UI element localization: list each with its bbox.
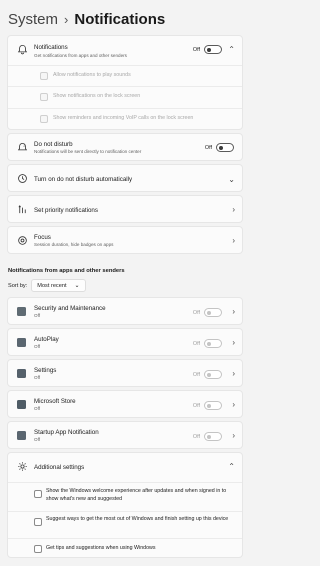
sort-label: Sort by: xyxy=(8,282,28,289)
app-toggle[interactable] xyxy=(204,401,222,410)
bell-snooze-icon: z xyxy=(17,142,28,153)
dnd-card: z Do not disturb Notifications will be s… xyxy=(7,133,243,161)
chevron-right-icon[interactable]: › xyxy=(232,206,235,214)
notifications-state-label: Off xyxy=(192,46,200,53)
security-maintenance-icon xyxy=(17,307,26,316)
app-status: Off xyxy=(34,406,41,411)
welcome-experience-label: Show the Windows welcome experience afte… xyxy=(46,488,227,502)
tips-checkbox[interactable] xyxy=(34,545,42,553)
breadcrumb-system[interactable]: System xyxy=(8,10,58,30)
app-status: Off xyxy=(34,344,41,349)
suggest-ways-label: Suggest ways to get the most out of Wind… xyxy=(46,516,229,522)
chevron-right-icon[interactable]: › xyxy=(232,370,235,378)
sounds-checkbox[interactable] xyxy=(40,72,48,80)
app-toggle[interactable] xyxy=(204,370,222,379)
chevron-right-icon[interactable]: › xyxy=(232,432,235,440)
lock-screen-checkbox[interactable] xyxy=(40,93,48,101)
app-name: AutoPlay xyxy=(34,336,59,343)
chevron-down-icon[interactable]: ⌄ xyxy=(228,176,235,184)
app-state-label: Off xyxy=(192,402,200,409)
priority-card[interactable]: Set priority notifications › xyxy=(7,195,243,223)
dnd-toggle[interactable] xyxy=(216,143,234,152)
breadcrumb: System › Notifications xyxy=(8,10,165,30)
notifications-header[interactable]: Notifications Get notifications from app… xyxy=(8,36,242,64)
app-toggle[interactable] xyxy=(204,308,222,317)
sounds-label: Allow notifications to play sounds xyxy=(53,72,131,78)
notifications-subtitle: Get notifications from apps and other se… xyxy=(34,53,127,58)
bell-icon xyxy=(17,44,28,55)
sort-value: Most recent xyxy=(37,282,67,289)
app-name: Startup App Notification xyxy=(34,429,99,436)
priority-title: Set priority notifications xyxy=(34,207,98,214)
additional-settings-header[interactable]: Additional settings ⌃ xyxy=(8,453,242,481)
app-status: Off xyxy=(34,375,41,380)
voip-label: Show reminders and incoming VoIP calls o… xyxy=(53,115,194,121)
chevron-right-icon[interactable]: › xyxy=(232,308,235,316)
focus-title: Focus xyxy=(34,234,51,241)
app-row-startup[interactable]: Startup App Notification Off Off › xyxy=(7,421,243,449)
app-state-label: Off xyxy=(192,340,200,347)
app-toggle[interactable] xyxy=(204,339,222,348)
dnd-subtitle: Notifications will be sent directly to n… xyxy=(34,149,142,154)
app-row-store[interactable]: Microsoft Store Off Off › xyxy=(7,390,243,418)
chevron-right-icon[interactable]: › xyxy=(232,339,235,347)
settings-app-icon xyxy=(17,369,26,378)
chevron-up-icon[interactable]: ⌃ xyxy=(228,463,235,471)
lock-screen-label: Show notifications on the lock screen xyxy=(53,93,141,99)
senders-heading: Notifications from apps and other sender… xyxy=(8,268,125,274)
auto-dnd-title: Turn on do not disturb automatically xyxy=(34,176,133,183)
sort-select[interactable]: Most recent ⌄ xyxy=(31,279,86,292)
app-name: Security and Maintenance xyxy=(34,305,106,312)
additional-settings-title: Additional settings xyxy=(34,464,85,471)
tips-label: Get tips and suggestions when using Wind… xyxy=(46,545,156,551)
chevron-right-icon[interactable]: › xyxy=(232,237,235,245)
app-status: Off xyxy=(34,313,41,318)
gear-icon xyxy=(17,461,28,472)
app-state-label: Off xyxy=(192,433,200,440)
notifications-toggle[interactable] xyxy=(204,45,222,54)
app-row-security[interactable]: Security and Maintenance Off Off › xyxy=(7,297,243,325)
notifications-title: Notifications xyxy=(34,44,68,51)
sort-by: Sort by: Most recent ⌄ xyxy=(8,279,86,292)
dnd-state-label: Off xyxy=(204,144,212,151)
priority-icon xyxy=(17,204,28,215)
focus-card[interactable]: Focus Session duration, hide badges on a… xyxy=(7,226,243,254)
app-name: Microsoft Store xyxy=(34,398,76,405)
app-toggle[interactable] xyxy=(204,432,222,441)
suggest-ways-checkbox[interactable] xyxy=(34,518,42,526)
startup-app-icon xyxy=(17,431,26,440)
additional-settings-card: Additional settings ⌃ Show the Windows w… xyxy=(7,452,243,558)
app-state-label: Off xyxy=(192,371,200,378)
welcome-experience-checkbox[interactable] xyxy=(34,490,42,498)
app-row-autoplay[interactable]: AutoPlay Off Off › xyxy=(7,328,243,356)
clock-icon xyxy=(17,173,28,184)
auto-dnd-card[interactable]: Turn on do not disturb automatically ⌄ xyxy=(7,164,243,192)
voip-checkbox[interactable] xyxy=(40,115,48,123)
microsoft-store-icon xyxy=(17,400,26,409)
dnd-title: Do not disturb xyxy=(34,141,73,148)
chevron-up-icon[interactable]: ⌃ xyxy=(228,46,235,54)
autoplay-icon xyxy=(17,338,26,347)
notifications-card: Notifications Get notifications from app… xyxy=(7,35,243,130)
chevron-down-icon: ⌄ xyxy=(74,283,80,289)
app-status: Off xyxy=(34,437,41,442)
focus-subtitle: Session duration, hide badges on apps xyxy=(34,242,114,247)
page-title: Notifications xyxy=(74,11,166,28)
breadcrumb-separator: › xyxy=(64,12,69,27)
app-state-label: Off xyxy=(192,309,200,316)
app-row-settings[interactable]: Settings Off Off › xyxy=(7,359,243,387)
chevron-right-icon[interactable]: › xyxy=(232,401,235,409)
app-name: Settings xyxy=(34,367,57,374)
focus-icon xyxy=(17,235,28,246)
